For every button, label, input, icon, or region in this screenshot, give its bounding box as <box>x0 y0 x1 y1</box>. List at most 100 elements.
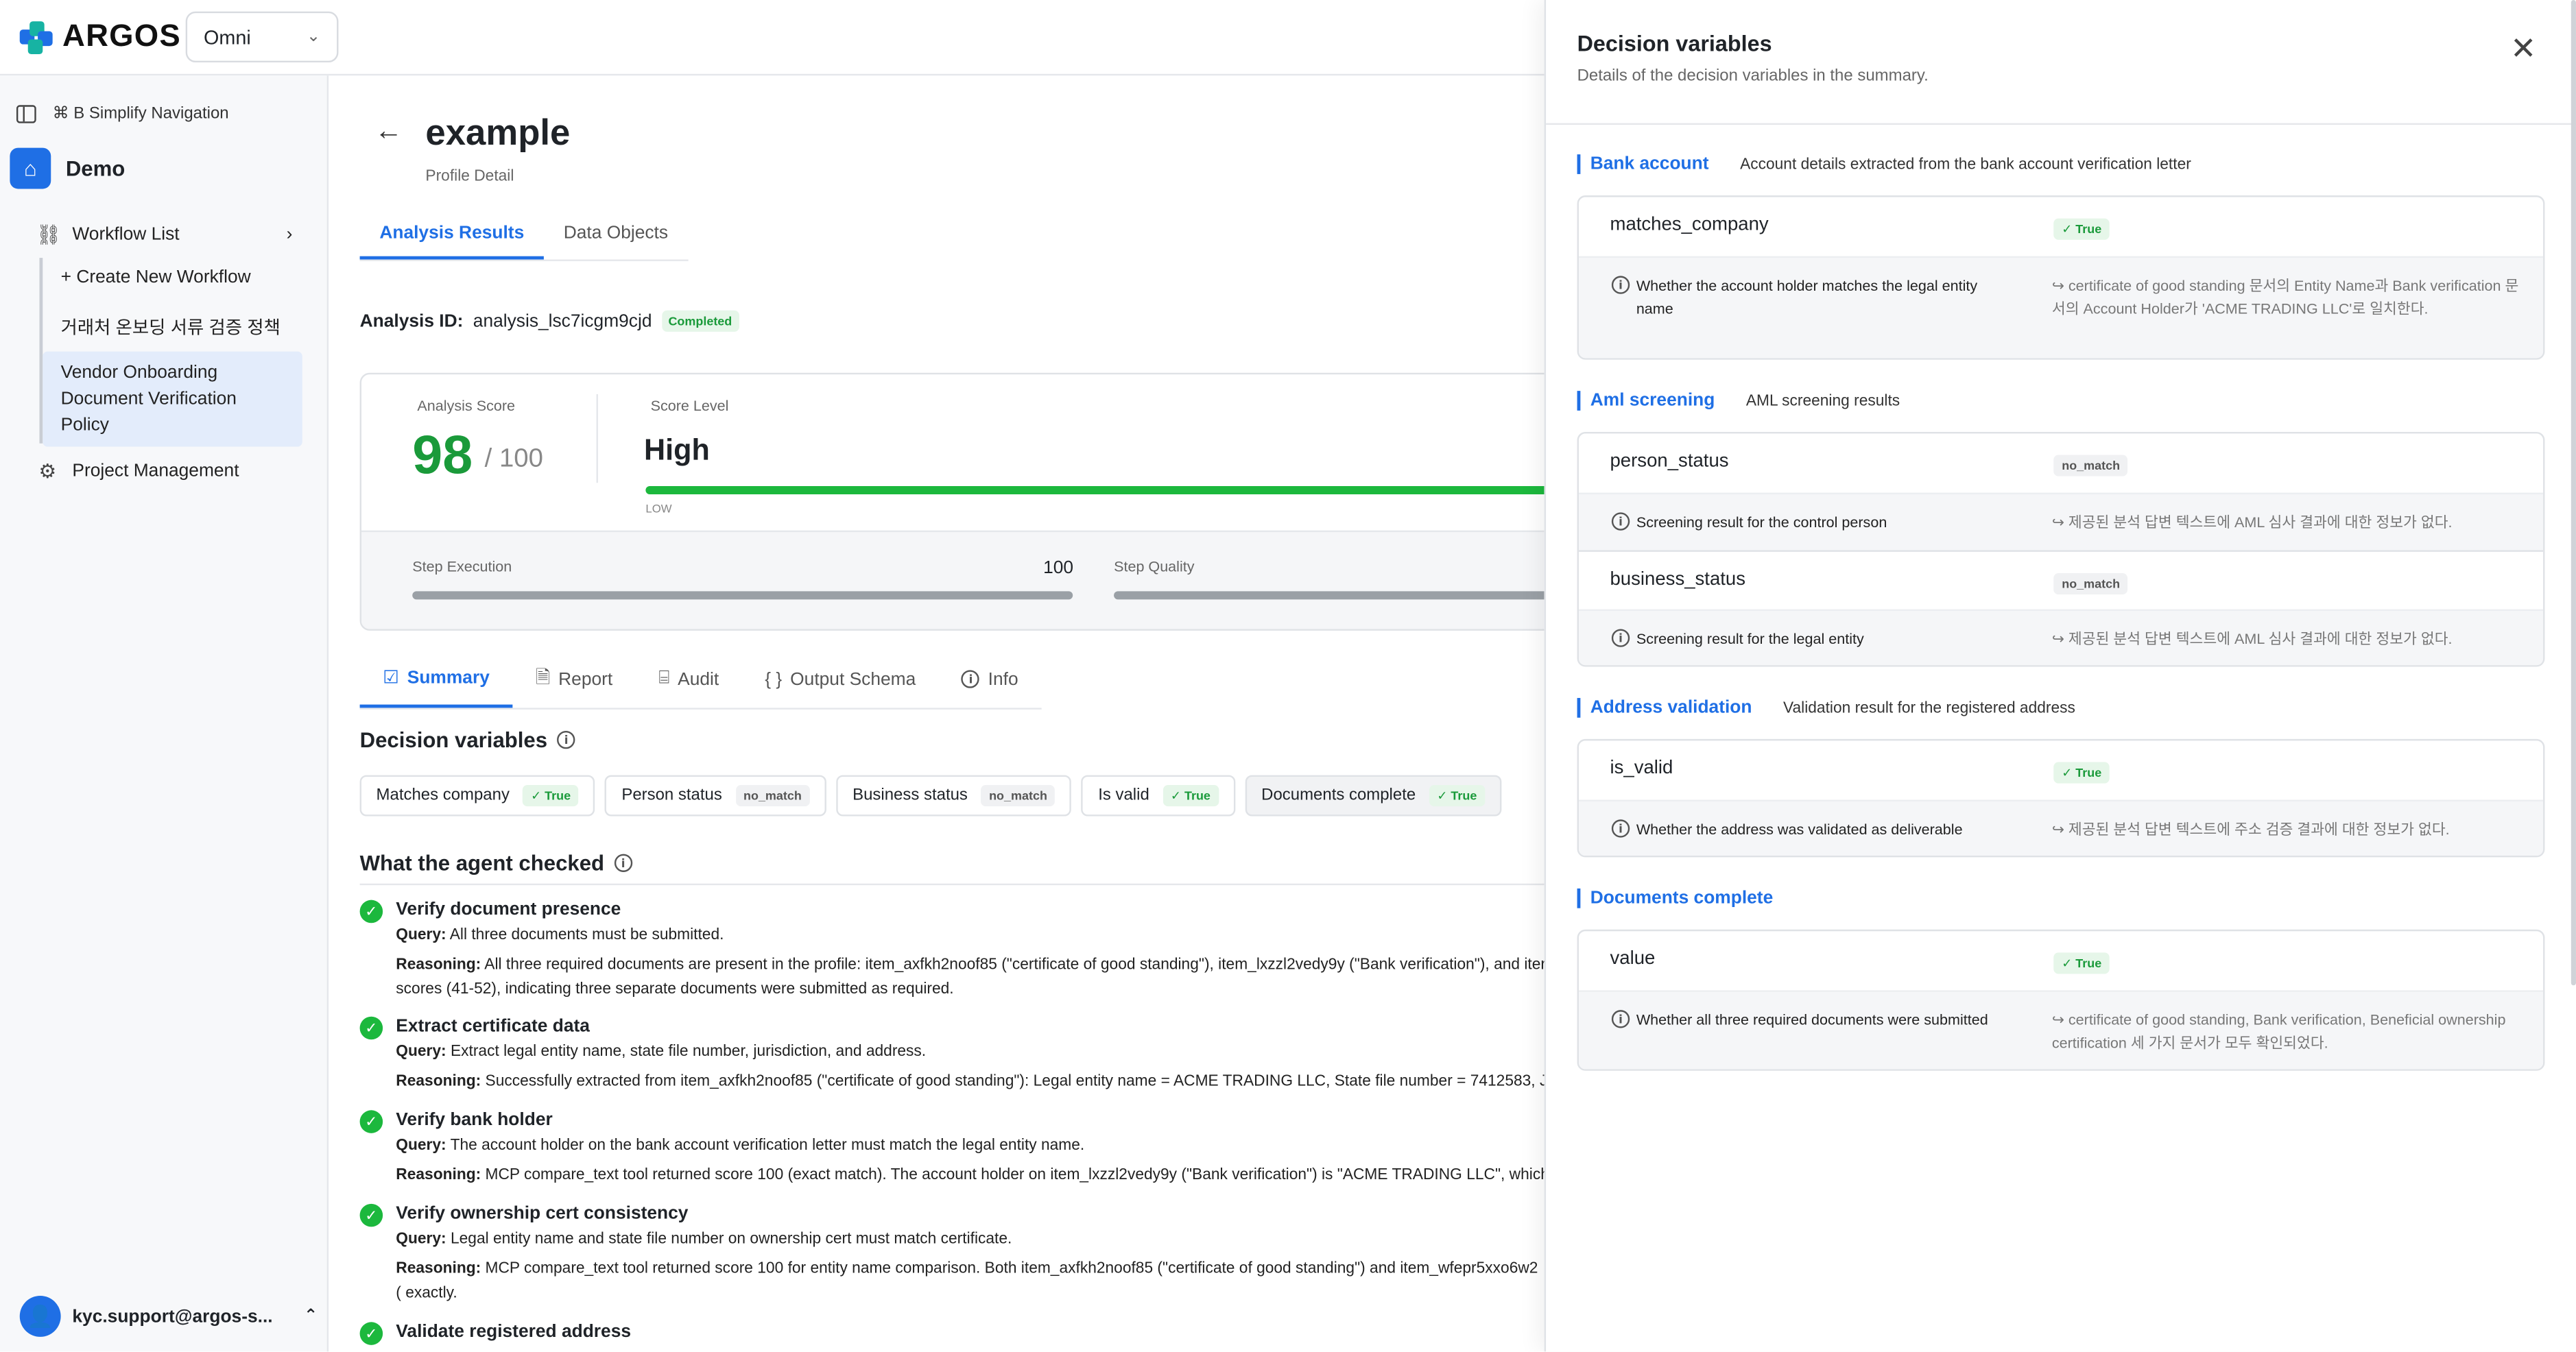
logo[interactable]: ARGOS <box>19 19 181 56</box>
chevron-right-icon: › <box>286 225 293 245</box>
tab-analysis-results[interactable]: Analysis Results <box>359 217 544 260</box>
tab-summary-label: Summary <box>407 667 490 688</box>
chip-value: ✓ True <box>523 785 580 807</box>
score-level-label: Score Level <box>650 397 729 414</box>
variable-row: business_status no_match <box>1578 550 2544 609</box>
variable-description: Screening result for the legal entity <box>1636 630 1864 647</box>
sidebar-item-workflow-list[interactable]: ⛓ Workflow List › <box>36 224 293 247</box>
chip-label: Is valid <box>1098 786 1149 805</box>
workflow-icon: ⛓ <box>36 223 62 247</box>
variable-reason: ↪ 제공된 분석 답변 텍스트에 AML 심사 결과에 대한 정보가 없다. <box>2051 630 2453 647</box>
variable-detail: i Whether the address was validated as d… <box>1578 799 2544 856</box>
group-description: Account details extracted from the bank … <box>1740 155 2191 173</box>
check-query: Query: The account holder on the bank ac… <box>396 1136 1085 1155</box>
info-icon: i <box>962 670 980 688</box>
group-description: AML screening results <box>1745 391 1900 410</box>
decision-variables-heading: Decision variables i <box>360 727 575 752</box>
step-quality-bar <box>1114 591 1545 600</box>
info-icon: i <box>1611 512 1630 531</box>
check-reasoning: Reasoning: All three required documents … <box>396 956 1545 999</box>
divider <box>359 883 1545 886</box>
result-tabs: ☑ Summary 🗎 Report ⌸ Audit { } Output Schema… <box>359 657 1042 710</box>
user-menu[interactable]: 👤 kyc.support@argos-s... ⌃ <box>19 1295 318 1337</box>
step-metrics: Step Execution 100 Step Quality <box>361 530 1545 629</box>
gear-icon: ⚙ <box>38 459 57 483</box>
check-circle-icon: ✓ <box>359 1203 383 1227</box>
chip-documents-complete[interactable]: Documents complete ✓ True <box>1245 775 1502 817</box>
sidebar-item-project-management[interactable]: ⚙ Project Management <box>36 460 239 483</box>
variable-card: value ✓ True i Whether all three require… <box>1577 929 2545 1071</box>
variable-card: person_status no_match i Screening resul… <box>1577 431 2545 667</box>
variable-row: person_status no_match <box>1579 433 2543 492</box>
group-bank-account: Bank account Account details extracted f… <box>1577 154 2191 174</box>
avatar: 👤 <box>19 1295 61 1337</box>
chip-matches-company[interactable]: Matches company ✓ True <box>359 775 596 817</box>
step-execution-bar <box>412 591 1073 600</box>
checks-heading: What the agent checked i <box>360 851 632 876</box>
score-level-bar <box>645 486 1545 495</box>
info-icon: i <box>1611 1010 1630 1028</box>
group-address-validation: Address validation Validation result for… <box>1577 698 2075 718</box>
page-tabs: Analysis Results Data Objects <box>359 217 688 261</box>
tab-output-schema[interactable]: { } Output Schema <box>742 657 939 708</box>
info-icon[interactable]: i <box>557 730 575 749</box>
group-name: Aml screening <box>1577 391 1715 411</box>
check-title: Verify ownership cert consistency <box>396 1203 689 1224</box>
tab-info[interactable]: i Info <box>939 657 1041 708</box>
sidebar-item-vendor-onboarding[interactable]: Vendor Onboarding Document Verification … <box>43 351 302 447</box>
group-name: Bank account <box>1577 154 1709 174</box>
status-badge: Completed <box>661 310 739 332</box>
check-query: Query: Legal entity name and state file … <box>396 1230 1012 1248</box>
tab-data-objects[interactable]: Data Objects <box>544 217 688 259</box>
variable-row: is_valid ✓ True <box>1579 740 2543 799</box>
workspace[interactable]: ⌂ Demo <box>10 147 125 189</box>
variable-value: no_match <box>2053 572 2129 595</box>
decision-variable-chips: Matches company ✓ True Person status no_ma… <box>359 775 1502 817</box>
tab-info-label: Info <box>988 669 1018 689</box>
decision-variables-panel: Decision variables Details of the decisi… <box>1544 0 2576 1352</box>
sidebar-item-create-workflow[interactable]: + Create New Workflow <box>61 267 251 287</box>
variable-name: matches_company <box>1610 215 1769 235</box>
logo-text: ARGOS <box>62 19 181 55</box>
simplify-navigation-toggle[interactable]: ⌘ B Simplify Navigation <box>16 105 229 123</box>
score-level-value: High <box>643 433 710 467</box>
chip-is-valid[interactable]: Is valid ✓ True <box>1082 775 1235 817</box>
chip-value: ✓ True <box>1162 785 1219 807</box>
check-circle-icon: ✓ <box>359 1110 383 1133</box>
main-content: ← example Profile Detail Analysis Result… <box>329 75 1545 1351</box>
check-title: Validate registered address <box>396 1322 632 1342</box>
environment-select[interactable]: Omni ⌄ <box>185 11 339 63</box>
analysis-score-label: Analysis Score <box>417 397 516 414</box>
tab-audit[interactable]: ⌸ Audit <box>636 657 742 708</box>
tab-output-schema-label: Output Schema <box>790 669 916 689</box>
variable-row: matches_company ✓ True <box>1579 197 2543 256</box>
sidebar: ⌘ B Simplify Navigation ⌂ Demo ⛓ Workflow… <box>0 75 329 1352</box>
check-circle-icon: ✓ <box>359 900 383 924</box>
close-icon[interactable]: ✕ <box>2510 32 2536 69</box>
info-icon[interactable]: i <box>614 854 632 872</box>
variable-description: Whether the address was validated as del… <box>1636 821 1963 838</box>
score-card: Analysis Score 98 / 100 Score Level High… <box>359 372 1545 631</box>
check-reasoning: Reasoning: MCP compare_text tool returne… <box>396 1259 1538 1303</box>
tab-report[interactable]: 🗎 Report <box>512 657 635 708</box>
chip-business-status[interactable]: Business status no_match <box>836 775 1072 817</box>
group-documents-complete: Documents complete <box>1577 888 1773 908</box>
back-arrow-icon[interactable]: ← <box>374 115 403 148</box>
home-icon: ⌂ <box>10 147 51 189</box>
check-title: Verify bank holder <box>396 1110 553 1131</box>
check-title: Extract certificate data <box>396 1016 590 1037</box>
sidebar-item-korean-policy[interactable]: 거래처 온보딩 서류 검증 정책 <box>61 314 281 340</box>
chip-label: Business status <box>852 786 968 805</box>
variable-description: Screening result for the control person <box>1636 514 1887 531</box>
panel-header: Decision variables Details of the decisi… <box>1546 0 2576 125</box>
step-execution-value: 100 <box>1043 558 1074 579</box>
group-aml-screening: Aml screening AML screening results <box>1577 391 1900 411</box>
variable-description: Whether the account holder matches the l… <box>1636 277 1978 317</box>
chip-person-status[interactable]: Person status no_match <box>605 775 826 817</box>
check-circle-icon: ✓ <box>359 1016 383 1040</box>
variable-name: person_status <box>1610 451 1729 472</box>
workflow-list-label: Workflow List <box>72 225 180 245</box>
decision-variables-title: Decision variables <box>359 727 548 753</box>
panel-scrollbar[interactable] <box>2571 0 2576 986</box>
tab-summary[interactable]: ☑ Summary <box>359 657 513 708</box>
